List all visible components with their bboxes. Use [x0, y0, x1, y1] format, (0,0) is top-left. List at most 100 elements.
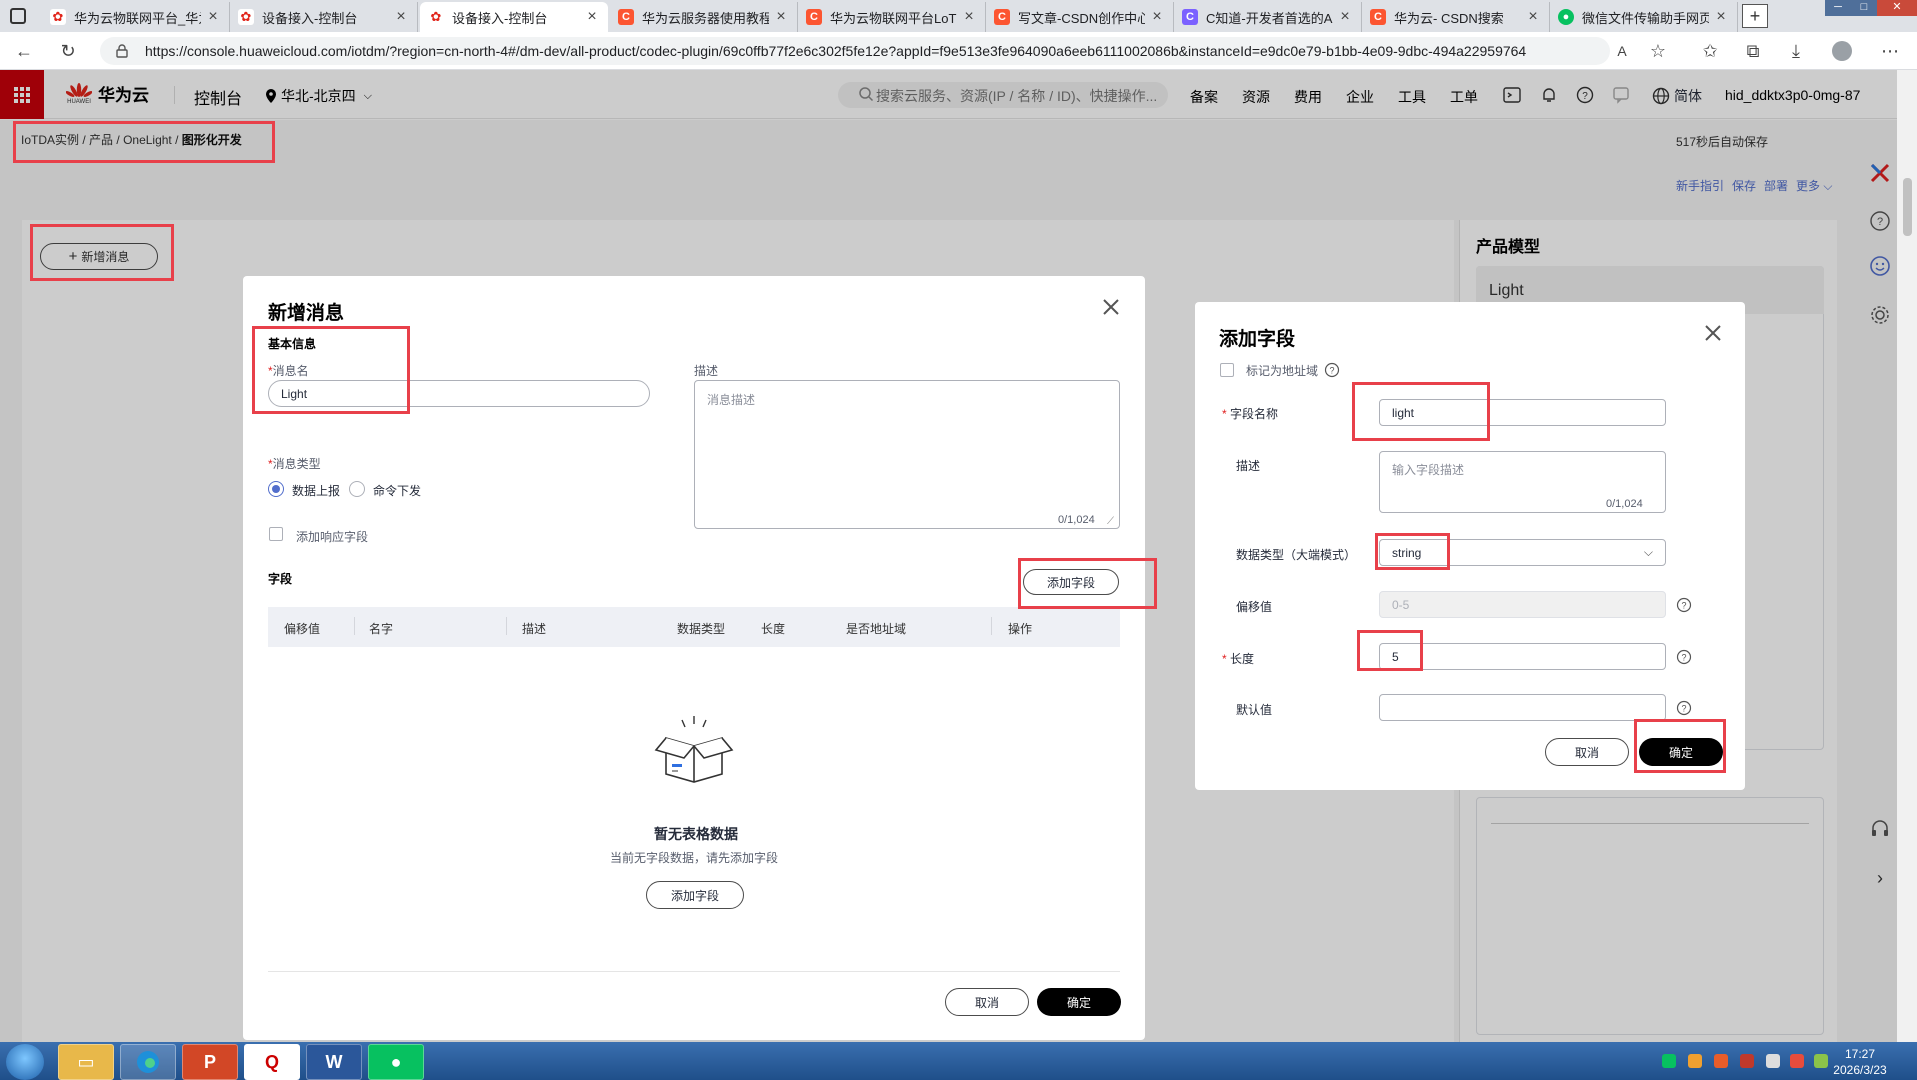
wechat-icon[interactable]: ●	[368, 1044, 424, 1080]
field-name-input[interactable]: light	[1379, 399, 1666, 426]
column-header: 是否地址域	[846, 622, 907, 636]
tab-actions-icon[interactable]	[10, 8, 26, 24]
radio-command[interactable]	[349, 481, 365, 497]
default-value-label: 默认值	[1236, 703, 1273, 717]
tray-app-icon[interactable]	[1714, 1054, 1728, 1068]
radio-data-report[interactable]	[268, 481, 284, 497]
window-controls: ─ □ ✕	[1825, 0, 1917, 16]
taskbar-clock[interactable]: 17:27 2026/3/23	[1820, 1046, 1900, 1078]
browser-tab[interactable]: ✿ 华为云物联网平台_华为 ×	[42, 2, 230, 32]
close-icon[interactable]: ×	[1525, 8, 1541, 26]
tab-title: 华为云物联网平台LoT实	[830, 10, 957, 26]
field-confirm-button[interactable]: 确定	[1639, 738, 1723, 766]
char-counter: 0/1,024	[1058, 514, 1095, 526]
tab-title: 写文章-CSDN创作中心	[1018, 10, 1145, 26]
profile-icon[interactable]	[1832, 41, 1852, 61]
collections-icon[interactable]: ⧉	[1743, 41, 1763, 61]
file-explorer-icon[interactable]: ▭	[58, 1044, 114, 1080]
label-text: 消息名	[272, 364, 309, 378]
add-response-checkbox[interactable]	[269, 527, 283, 541]
tray-wechat-icon[interactable]	[1662, 1054, 1676, 1068]
tray-app-icon[interactable]	[1688, 1054, 1702, 1068]
datatype-select[interactable]: string ⌵	[1379, 539, 1666, 566]
close-icon[interactable]: ×	[961, 8, 977, 26]
char-counter: 0/1,024	[1606, 498, 1643, 510]
help-icon[interactable]: ?	[1676, 597, 1692, 613]
browser-tab[interactable]: ✿ 设备接入-控制台 ×	[230, 2, 418, 32]
offset-input: 0-5	[1379, 591, 1666, 618]
more-icon[interactable]: ⋯	[1880, 41, 1900, 61]
column-header: 名字	[369, 622, 394, 636]
close-icon[interactable]: ×	[205, 8, 221, 26]
select-value: string	[1392, 545, 1422, 560]
help-icon[interactable]: ?	[1324, 362, 1340, 378]
message-desc-label: 描述	[694, 364, 719, 378]
resize-handle-icon[interactable]: ⟋	[1107, 516, 1114, 527]
tray-flag-icon[interactable]	[1790, 1054, 1804, 1068]
edge-icon[interactable]	[120, 1044, 176, 1080]
field-name-label: * 字段名称	[1222, 407, 1279, 421]
fields-title: 字段	[268, 572, 293, 586]
close-icon[interactable]: ×	[1713, 8, 1729, 26]
datatype-label: 数据类型（大端模式）	[1236, 548, 1357, 562]
dialog-title: 添加字段	[1219, 329, 1296, 350]
section-title: 基本信息	[268, 337, 317, 351]
new-tab-button[interactable]: +	[1742, 4, 1768, 28]
empty-state-title: 暂无表格数据	[654, 826, 738, 842]
huawei-icon: ✿	[50, 9, 66, 25]
column-header: 偏移值	[284, 622, 321, 636]
read-aloud-icon[interactable]: A	[1612, 41, 1632, 61]
tray-network-icon[interactable]	[1766, 1054, 1780, 1068]
column-header: 长度	[761, 622, 786, 636]
close-icon[interactable]: ×	[1337, 8, 1353, 26]
browser-tab[interactable]: C 华为云物联网平台LoT实 ×	[798, 2, 986, 32]
clock-date: 2026/3/23	[1833, 1063, 1887, 1077]
length-input[interactable]: 5	[1379, 643, 1666, 670]
browser-tab[interactable]: C C知道-开发者首选的AI ×	[1174, 2, 1362, 32]
refresh-icon[interactable]: ↻	[58, 41, 78, 61]
download-icon[interactable]: ⤓	[1786, 41, 1806, 61]
message-name-label: *消息名	[268, 364, 309, 378]
powerpoint-icon[interactable]: P	[182, 1044, 238, 1080]
close-icon[interactable]: ×	[584, 8, 600, 26]
cancel-button[interactable]: 取消	[945, 988, 1029, 1016]
tab-title: 华为云- CSDN搜索	[1394, 10, 1504, 26]
favorite-add-icon[interactable]: ☆	[1648, 41, 1668, 61]
field-cancel-button[interactable]: 取消	[1545, 738, 1629, 766]
start-button[interactable]	[6, 1044, 44, 1080]
add-field-button[interactable]: 添加字段	[1023, 569, 1119, 595]
close-icon[interactable]	[1702, 322, 1724, 344]
default-value-input[interactable]	[1379, 694, 1666, 721]
tab-title: 设备接入-控制台	[452, 10, 548, 26]
browser-tab-active[interactable]: ✿ 设备接入-控制台 ×	[420, 2, 608, 32]
close-icon[interactable]	[1100, 296, 1122, 318]
message-name-input[interactable]	[268, 380, 650, 407]
maximize-icon[interactable]: □	[1851, 0, 1877, 16]
browser-tab[interactable]: C 华为云服务器使用教程 ×	[610, 2, 798, 32]
favorites-icon[interactable]: ✩	[1700, 41, 1720, 61]
close-window-icon[interactable]: ✕	[1877, 0, 1917, 16]
help-icon[interactable]: ?	[1676, 649, 1692, 665]
address-field-checkbox[interactable]	[1220, 363, 1234, 377]
browser-tab[interactable]: C 写文章-CSDN创作中心 ×	[986, 2, 1174, 32]
scrollbar-thumb[interactable]	[1903, 178, 1912, 236]
back-icon[interactable]: ←	[14, 41, 34, 61]
browser-tab[interactable]: ● 微信文件传输助手网页 ×	[1550, 2, 1738, 32]
help-icon[interactable]: ?	[1676, 700, 1692, 716]
browser-tab[interactable]: C 华为云- CSDN搜索 ×	[1362, 2, 1550, 32]
empty-add-field-button[interactable]: 添加字段	[646, 881, 744, 909]
browser-tab-bar: ✿ 华为云物联网平台_华为 × ✿ 设备接入-控制台 × ✿ 设备接入-控制台 …	[0, 0, 1917, 32]
empty-box-icon	[652, 714, 736, 786]
csdn-icon: C	[806, 9, 822, 25]
lock-icon[interactable]	[116, 44, 128, 58]
svg-text:?: ?	[1681, 704, 1686, 714]
message-desc-textarea[interactable]	[694, 380, 1120, 529]
close-icon[interactable]: ×	[773, 8, 789, 26]
tray-volume-icon[interactable]	[1740, 1054, 1754, 1068]
minimize-icon[interactable]: ─	[1825, 0, 1851, 16]
close-icon[interactable]: ×	[1149, 8, 1165, 26]
qq-icon[interactable]: Q	[244, 1044, 300, 1080]
confirm-button[interactable]: 确定	[1037, 988, 1121, 1016]
close-icon[interactable]: ×	[393, 8, 409, 26]
word-icon[interactable]: W	[306, 1044, 362, 1080]
